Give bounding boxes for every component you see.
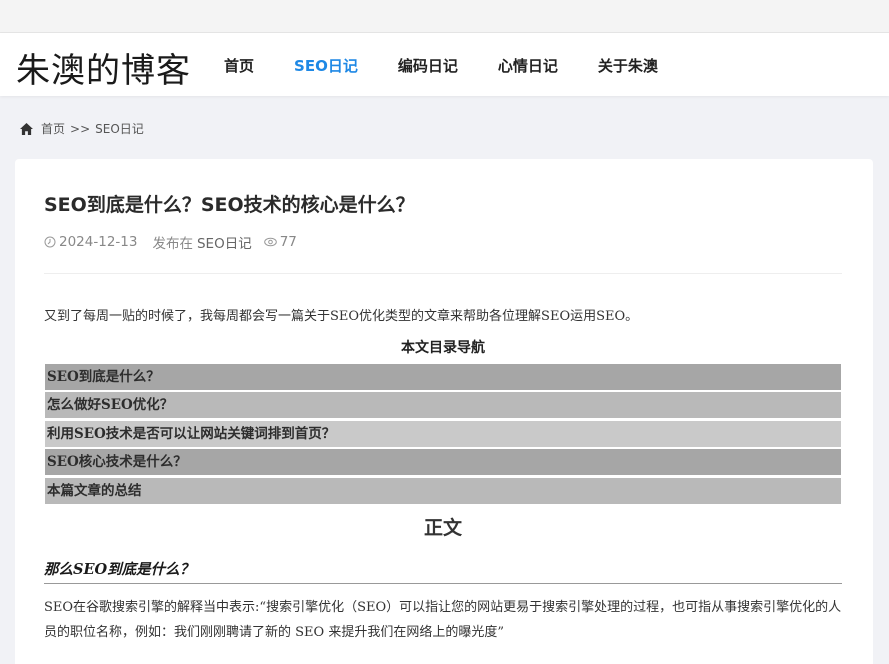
breadcrumb-separator: >> [70, 121, 91, 136]
article-category-link[interactable]: SEO日记 [197, 232, 252, 252]
toc-item[interactable]: SEO到底是什么？ [45, 364, 841, 390]
body-title: 正文 [423, 517, 462, 539]
view-count: 77 [279, 234, 297, 250]
top-strip [0, 0, 889, 33]
article-meta: 2024-12-13 发布在 SEO日记 77 [44, 232, 297, 252]
nav-item-home[interactable]: 首页 [224, 55, 254, 76]
toc-item[interactable]: 利用SEO技术是否可以让网站关键词排到首页？ [45, 420, 841, 447]
article-card: SEO到底是什么？SEO技术的核心是什么？ 2024-12-13 发布在 SEO… [15, 159, 873, 664]
site-logo[interactable]: 朱澳的博客 [16, 43, 191, 92]
site-header: 朱澳的博客 首页 SEO日记 编码日记 心情日记 关于朱澳 [0, 33, 889, 96]
toc-title: 本文目录导航 [401, 340, 485, 356]
toc-item[interactable]: 本篇文章的总结 [45, 477, 841, 504]
article-title: SEO到底是什么？SEO技术的核心是什么？ [44, 194, 415, 216]
toc-item[interactable]: SEO核心技术是什么？ [45, 449, 841, 476]
nav-item-coding-diary[interactable]: 编码日记 [398, 55, 458, 76]
section-heading: 那么SEO到底是什么？ [44, 558, 842, 584]
category-prefix: 发布在 [152, 236, 193, 252]
article-intro: 又到了每周一贴的时候了，我每周都会写一篇关于SEO优化类型的文章来帮助各位理解S… [44, 309, 639, 324]
home-icon [20, 122, 33, 135]
breadcrumb-home[interactable]: 首页 [41, 120, 65, 137]
clock-icon [44, 236, 56, 248]
section-paragraph: SEO在谷歌搜索引擎的解释当中表示:“搜索引擎优化（SEO）可以指让您的网站更易… [44, 600, 842, 640]
article-date: 2024-12-13 [59, 234, 138, 250]
toc-table: SEO到底是什么？ 怎么做好SEO优化？ 利用SEO技术是否可以让网站关键词排到… [45, 364, 841, 506]
eye-icon [263, 237, 277, 247]
main-nav: 首页 SEO日记 编码日记 心情日记 关于朱澳 [224, 55, 698, 76]
nav-item-about[interactable]: 关于朱澳 [598, 55, 658, 76]
toc-item[interactable]: 怎么做好SEO优化？ [45, 392, 841, 419]
nav-item-mood-diary[interactable]: 心情日记 [498, 55, 558, 76]
breadcrumb: 首页 >> SEO日记 [20, 120, 144, 137]
breadcrumb-current[interactable]: SEO日记 [95, 120, 144, 137]
nav-item-seo-diary[interactable]: SEO日记 [294, 55, 358, 76]
meta-divider [44, 273, 842, 274]
